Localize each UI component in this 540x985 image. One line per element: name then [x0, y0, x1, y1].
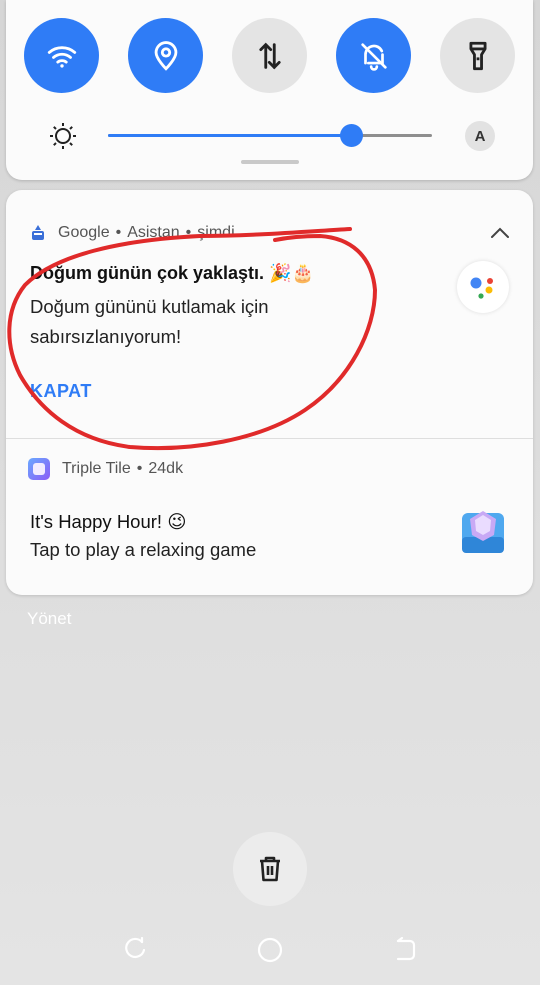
navigation-bar	[0, 920, 540, 980]
game-tile-icon	[462, 511, 504, 553]
back-icon	[396, 937, 416, 961]
recents-icon	[125, 937, 146, 959]
nav-back-button[interactable]	[391, 936, 419, 964]
collapse-chevron-icon[interactable]	[488, 222, 512, 244]
notification-header: Google • Asistan • şimdi	[28, 222, 235, 244]
notification-body: Doğum gününü kutlamak için sabırsızlanıy…	[30, 296, 269, 347]
notification-title: Doğum günün çok yaklaştı. 🎉🎂	[30, 263, 314, 283]
home-icon	[257, 937, 283, 963]
notification-header: Triple Tile • 24dk	[28, 457, 183, 481]
flashlight-toggle[interactable]	[440, 18, 515, 93]
brightness-slider-fill	[108, 134, 351, 137]
notification-body: Tap to play a relaxing game	[30, 539, 257, 560]
data-arrows-icon	[258, 42, 281, 69]
nav-recents-button[interactable]	[121, 936, 149, 964]
notification-triple-tile[interactable]: Triple Tile • 24dk It's Happy Hour! 😉 Ta…	[6, 439, 533, 595]
triple-tile-app-icon	[28, 458, 50, 480]
notification-title: It's Happy Hour! 😉	[30, 511, 187, 532]
wifi-icon	[47, 45, 76, 68]
dismiss-button[interactable]: KAPAT	[30, 381, 92, 402]
google-assistant-icon	[457, 261, 509, 313]
brightness-slider[interactable]	[108, 124, 432, 147]
location-icon	[154, 40, 177, 71]
notification-app-name: Google	[58, 224, 110, 241]
notification-time: 24dk	[148, 460, 184, 477]
manage-notifications-link[interactable]: Yönet	[27, 609, 71, 629]
notification-app-name: Triple Tile	[62, 460, 131, 477]
nav-home-button[interactable]	[256, 936, 284, 964]
clear-all-button[interactable]	[233, 832, 307, 906]
google-app-icon	[28, 223, 48, 243]
do-not-disturb-toggle[interactable]	[336, 18, 411, 93]
wifi-toggle[interactable]	[24, 18, 99, 93]
notifications-card: Google • Asistan • şimdi Doğum günün çok…	[6, 190, 533, 595]
location-toggle[interactable]	[128, 18, 203, 93]
brightness-row: A	[6, 118, 533, 154]
brightness-icon	[50, 123, 76, 149]
notification-time: şimdi	[197, 224, 235, 241]
auto-brightness-button[interactable]: A	[465, 121, 495, 151]
bell-off-icon	[360, 42, 387, 71]
panel-drag-handle[interactable]	[241, 160, 299, 164]
notification-subtext: Asistan	[127, 224, 180, 241]
flashlight-icon	[469, 41, 486, 70]
trash-icon	[260, 856, 280, 882]
mobile-data-toggle[interactable]	[232, 18, 307, 93]
notification-assistant[interactable]: Google • Asistan • şimdi Doğum günün çok…	[6, 190, 533, 438]
brightness-slider-thumb[interactable]	[340, 124, 363, 147]
quick-settings-panel: A	[6, 0, 533, 180]
